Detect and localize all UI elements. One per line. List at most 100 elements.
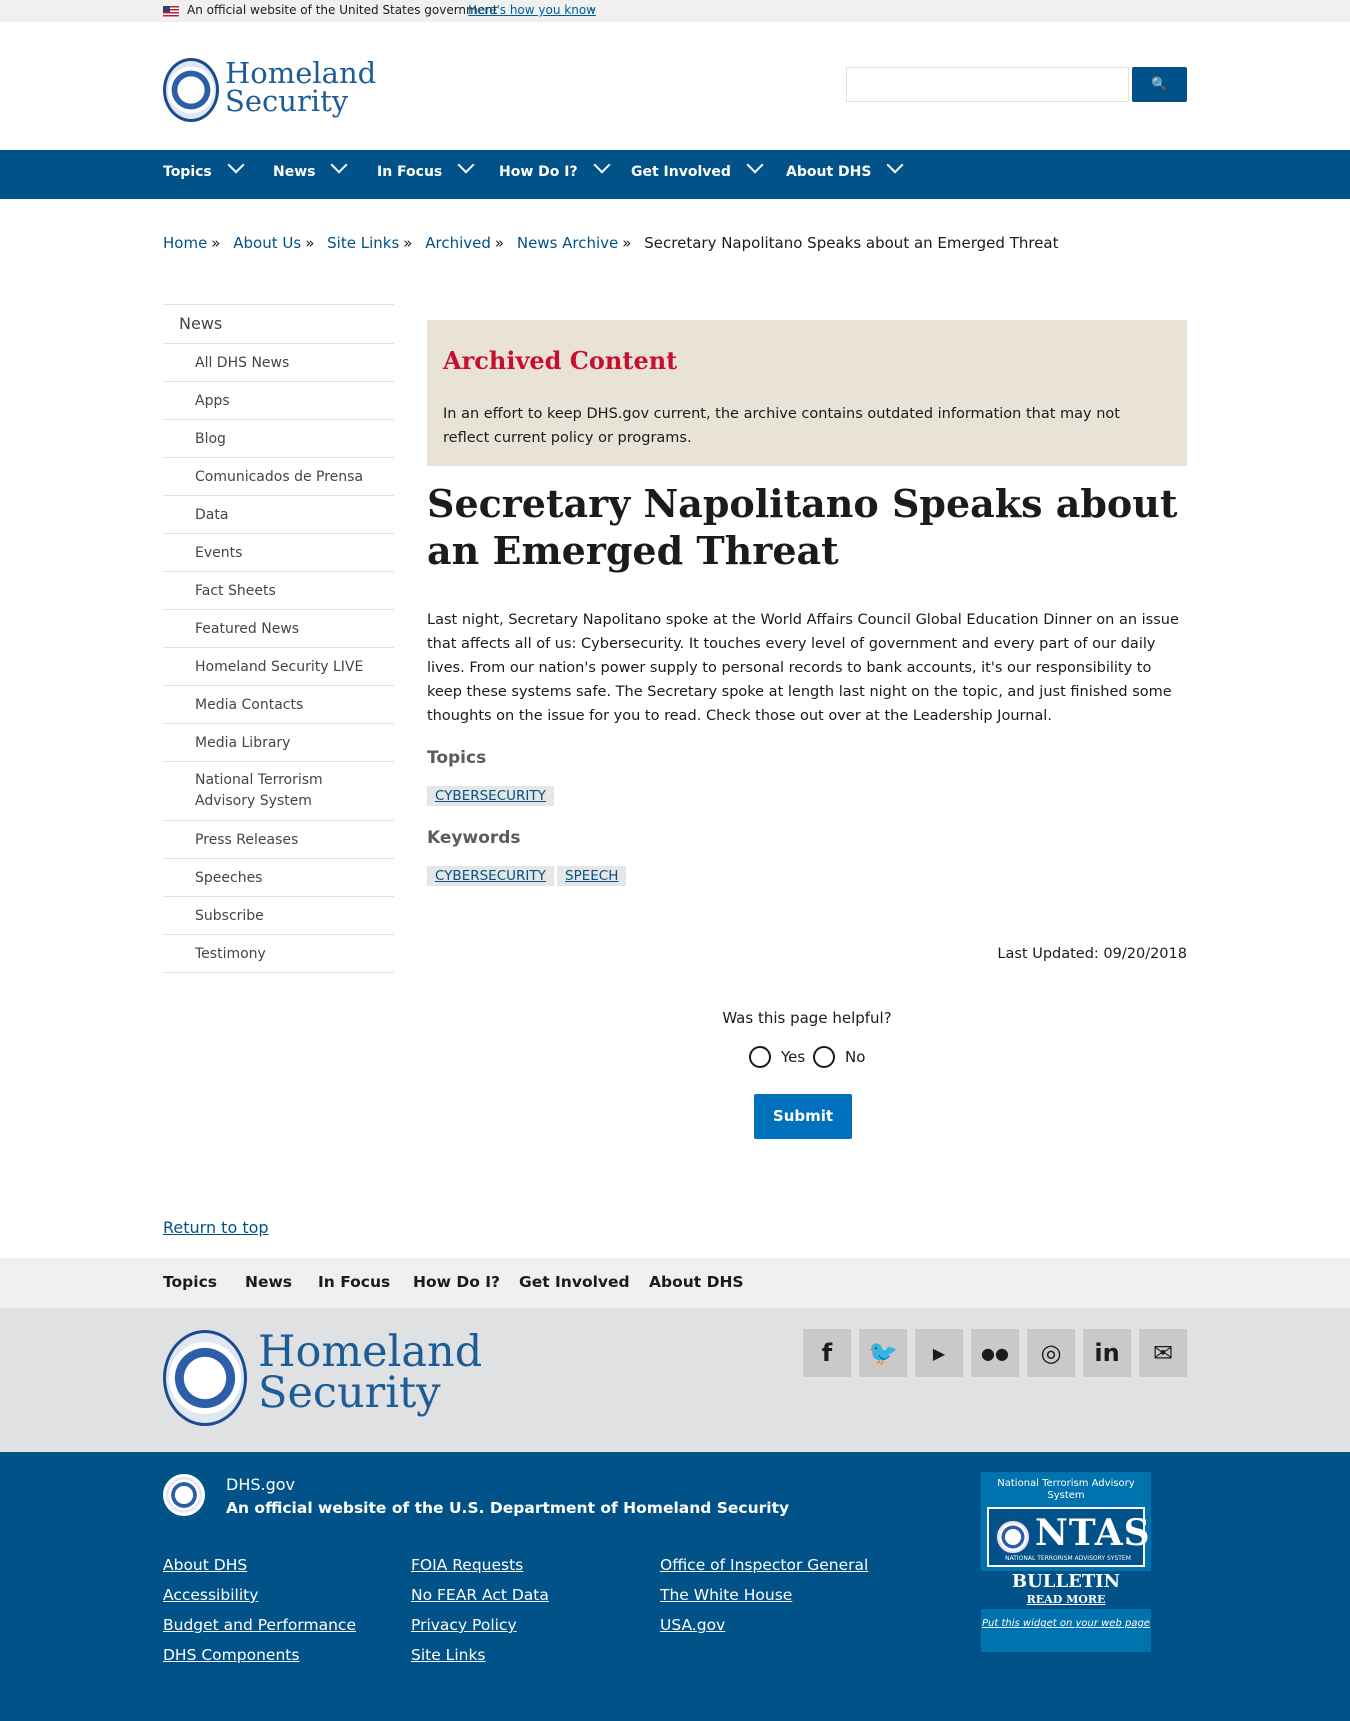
- footer-nav-get-involved[interactable]: Get Involved: [519, 1273, 630, 1291]
- footer-link-budget[interactable]: Budget and Performance: [163, 1616, 356, 1634]
- keyword-tag-speech[interactable]: SPEECH: [557, 866, 627, 886]
- sidebar-item-homeland-security-live[interactable]: Homeland Security LIVE: [163, 648, 394, 686]
- footer-nav-topics[interactable]: Topics: [163, 1273, 217, 1291]
- footer-link-components[interactable]: DHS Components: [163, 1646, 299, 1664]
- chevron-down-icon: [330, 156, 348, 174]
- feedback-yes-label[interactable]: Yes: [781, 1048, 805, 1066]
- sidebar-item-all-dhs-news[interactable]: All DHS News: [163, 344, 394, 382]
- nav-how-do-i[interactable]: How Do I?: [499, 150, 611, 199]
- footer-link-about-dhs[interactable]: About DHS: [163, 1556, 247, 1574]
- submit-button[interactable]: Submit: [754, 1094, 852, 1139]
- chevron-down-icon: [746, 156, 764, 174]
- sidebar-item-media-contacts[interactable]: Media Contacts: [163, 686, 394, 724]
- youtube-icon[interactable]: ▶: [915, 1329, 963, 1377]
- footer-link-accessibility[interactable]: Accessibility: [163, 1586, 258, 1604]
- search-input[interactable]: [846, 67, 1129, 102]
- sidebar-item-subscribe[interactable]: Subscribe: [163, 897, 394, 935]
- footer-nav: Topics News In Focus How Do I? Get Invol…: [0, 1258, 1350, 1308]
- twitter-icon[interactable]: 🐦: [859, 1329, 907, 1377]
- search-button[interactable]: 🔍: [1132, 67, 1187, 102]
- feedback-no-label[interactable]: No: [845, 1048, 865, 1066]
- nav-about-dhs[interactable]: About DHS: [786, 150, 904, 199]
- breadcrumb-news-archive[interactable]: News Archive: [517, 234, 618, 252]
- footer-official-text: An official website of the U.S. Departme…: [226, 1499, 790, 1517]
- footer-link-privacy[interactable]: Privacy Policy: [411, 1616, 517, 1634]
- footer-logo[interactable]: Homeland Security: [258, 1331, 482, 1415]
- sidebar-nav: News All DHS News Apps Blog Comunicados …: [163, 304, 394, 973]
- breadcrumb-current: Secretary Napolitano Speaks about an Eme…: [644, 234, 1059, 252]
- archive-title: Archived Content: [443, 346, 678, 375]
- sidebar-item-blog[interactable]: Blog: [163, 420, 394, 458]
- footer-link-oig[interactable]: Office of Inspector General: [660, 1556, 868, 1574]
- keyword-tag-cybersecurity[interactable]: CYBERSECURITY: [427, 866, 554, 886]
- linkedin-icon[interactable]: in: [1083, 1329, 1131, 1377]
- nav-get-involved[interactable]: Get Involved: [631, 150, 764, 199]
- sidebar-item-apps[interactable]: Apps: [163, 382, 394, 420]
- dhs-seal-icon[interactable]: [163, 58, 219, 122]
- footer-nav-about-dhs[interactable]: About DHS: [649, 1273, 744, 1291]
- sidebar-item-data[interactable]: Data: [163, 496, 394, 534]
- page-title: Secretary Napolitano Speaks about an Eme…: [427, 481, 1178, 573]
- return-to-top-link[interactable]: Return to top: [163, 1218, 269, 1237]
- email-icon[interactable]: ✉: [1139, 1329, 1187, 1377]
- nav-topics[interactable]: Topics: [163, 150, 245, 199]
- sidebar-item-featured-news[interactable]: Featured News: [163, 610, 394, 648]
- topic-tag-cybersecurity[interactable]: CYBERSECURITY: [427, 786, 554, 806]
- ntas-caption: National Terrorism Advisory System: [997, 1478, 1135, 1501]
- main-nav: Topics News In Focus How Do I? Get Invol…: [0, 150, 1350, 199]
- chevron-down-icon: [457, 156, 475, 174]
- footer-link-no-fear[interactable]: No FEAR Act Data: [411, 1586, 549, 1604]
- breadcrumb-archived[interactable]: Archived: [425, 234, 491, 252]
- ntas-bulletin[interactable]: BULLETIN READ MORE: [981, 1571, 1151, 1609]
- footer-small-seal-icon: [163, 1474, 205, 1516]
- sidebar-item-fact-sheets[interactable]: Fact Sheets: [163, 572, 394, 610]
- ntas-seal-icon: [995, 1519, 1031, 1555]
- footer-link-white-house[interactable]: The White House: [660, 1586, 792, 1604]
- breadcrumb: Home» About Us» Site Links» Archived» Ne…: [163, 234, 1059, 252]
- footer-link-foia[interactable]: FOIA Requests: [411, 1556, 523, 1574]
- chevron-down-icon: [886, 156, 904, 174]
- ntas-widget[interactable]: National Terrorism Advisory System NTAS …: [981, 1472, 1151, 1652]
- footer-nav-how-do-i[interactable]: How Do I?: [413, 1273, 500, 1291]
- article-body: Last night, Secretary Napolitano spoke a…: [427, 612, 1179, 724]
- facebook-icon[interactable]: f: [803, 1329, 851, 1377]
- feedback-no-radio[interactable]: [813, 1046, 835, 1068]
- ntas-logo[interactable]: NTAS NATIONAL TERRORISM ADVISORY SYSTEM: [987, 1507, 1150, 1567]
- sidebar-item-media-library[interactable]: Media Library: [163, 724, 394, 762]
- gov-banner-text: An official website of the United States…: [187, 3, 498, 17]
- dhs-link[interactable]: U.S. Department of Homeland Security: [449, 1499, 789, 1517]
- archive-text: In an effort to keep DHS.gov current, th…: [443, 406, 1120, 446]
- feedback-question: Was this page helpful?: [722, 1009, 892, 1027]
- footer-dhs-seal-icon[interactable]: [163, 1330, 247, 1426]
- nav-in-focus[interactable]: In Focus: [377, 150, 475, 199]
- nav-news[interactable]: News: [273, 150, 348, 199]
- chevron-down-icon: [227, 156, 245, 174]
- instagram-icon[interactable]: ◎: [1027, 1329, 1075, 1377]
- sidebar-item-events[interactable]: Events: [163, 534, 394, 572]
- ntas-widget-link[interactable]: Put this widget on your web page: [981, 1618, 1151, 1629]
- sidebar-heading-news[interactable]: News: [163, 305, 394, 344]
- flickr-icon[interactable]: ●●: [971, 1329, 1019, 1377]
- sidebar-item-ntas[interactable]: National Terrorism Advisory System: [163, 762, 394, 821]
- sidebar-item-speeches[interactable]: Speeches: [163, 859, 394, 897]
- footer-nav-in-focus[interactable]: In Focus: [318, 1273, 390, 1291]
- chevron-down-icon: [593, 156, 611, 174]
- sidebar-item-comunicados[interactable]: Comunicados de Prensa: [163, 458, 394, 496]
- footer-nav-news[interactable]: News: [245, 1273, 292, 1291]
- header-logo[interactable]: Homeland Security: [225, 59, 376, 115]
- chevron-down-icon[interactable]: ⌄: [588, 3, 596, 14]
- footer-link-site-links[interactable]: Site Links: [411, 1646, 486, 1664]
- footer-link-usa-gov[interactable]: USA.gov: [660, 1616, 725, 1634]
- footer-site-name: DHS.gov: [226, 1475, 296, 1494]
- breadcrumb-about-us[interactable]: About Us: [233, 234, 301, 252]
- heres-how-you-know-link[interactable]: Here's how you know: [468, 3, 596, 17]
- gov-banner: An official website of the United States…: [0, 0, 1350, 22]
- breadcrumb-home[interactable]: Home: [163, 234, 207, 252]
- sidebar-item-press-releases[interactable]: Press Releases: [163, 821, 394, 859]
- sidebar-item-testimony[interactable]: Testimony: [163, 935, 394, 973]
- keywords-heading: Keywords: [427, 828, 521, 848]
- last-updated: Last Updated: 09/20/2018: [997, 946, 1187, 962]
- topics-heading: Topics: [427, 748, 487, 768]
- feedback-yes-radio[interactable]: [749, 1046, 771, 1068]
- breadcrumb-site-links[interactable]: Site Links: [327, 234, 399, 252]
